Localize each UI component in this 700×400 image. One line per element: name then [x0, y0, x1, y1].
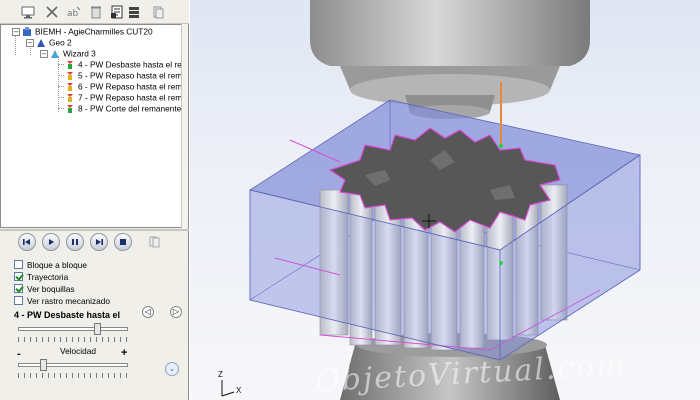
toolbar: ab [0, 0, 189, 24]
tree-node-label: 6 - PW Repaso hasta el remane [78, 81, 182, 92]
option-label: Ver boquillas [27, 283, 75, 294]
tree-node-label: 4 - PW Desbaste hasta el reme [78, 59, 182, 70]
axis-z-label: Z [218, 370, 223, 379]
next-operation-icon[interactable]: ▷ [170, 306, 182, 318]
operation-title: 4 - PW Desbaste hasta el [14, 310, 121, 320]
report-icon[interactable] [109, 4, 125, 20]
slider-thumb[interactable] [94, 323, 101, 335]
tree-node-label: 5 - PW Repaso hasta el remane [78, 70, 182, 81]
geometry-icon [37, 38, 45, 47]
tree-node-label: Geo 2 [49, 37, 72, 48]
tree-node-label: 8 - PW Corte del remanente [78, 103, 182, 114]
option-label: Bloque a bloque [27, 259, 87, 270]
axis-x-label: X [236, 386, 242, 395]
svg-text:ab: ab [67, 9, 79, 19]
option-bloque-a-bloque[interactable]: Bloque a bloque [14, 258, 87, 270]
pages-icon[interactable] [149, 235, 161, 249]
checkbox[interactable] [14, 272, 23, 282]
pages-icon[interactable] [150, 4, 166, 20]
option-trayectoria[interactable]: Trayectoria [14, 270, 68, 282]
operation-icon [67, 104, 73, 113]
3d-viewport[interactable]: Z X ObjetoVirtual.com [190, 0, 700, 400]
tree-node-operation[interactable]: 4 - PW Desbaste hasta el reme [65, 59, 182, 70]
monitor-icon[interactable] [20, 4, 36, 20]
slider-track [18, 363, 128, 367]
axis-triad [221, 380, 235, 397]
checkbox[interactable] [14, 260, 23, 270]
velocity-slider[interactable] [18, 359, 128, 371]
tree-node-operation[interactable]: 6 - PW Repaso hasta el remane [65, 81, 182, 92]
pause-icon[interactable] [66, 233, 84, 251]
tree-node-operation[interactable]: 7 - PW Repaso hasta el remane [65, 92, 182, 103]
velocity-increase[interactable]: + [121, 347, 127, 359]
delete-icon[interactable] [88, 4, 104, 20]
checkbox[interactable] [14, 296, 23, 306]
layers-icon[interactable] [126, 4, 142, 20]
option-label: Ver rastro mecanizado [27, 295, 111, 306]
collapse-icon[interactable]: − [26, 38, 34, 47]
tree-node-geo[interactable]: − Geo 2 [26, 37, 72, 48]
play-icon[interactable] [42, 233, 60, 251]
machine-icon [23, 26, 31, 36]
operation-icon [67, 82, 73, 91]
operation-icon [67, 60, 73, 69]
tree-node-operation[interactable]: 5 - PW Repaso hasta el remane [65, 70, 182, 81]
tree-scrollbar[interactable] [181, 24, 188, 228]
velocity-decrease[interactable]: - [17, 348, 21, 360]
stop-icon[interactable] [114, 233, 132, 251]
slider-track [18, 327, 128, 331]
option-label: Trayectoria [27, 271, 69, 282]
left-panel: ab − BIEMH - AgieCharmilles CUT20 − Geo 2 [0, 0, 189, 400]
tree-node-operation[interactable]: 8 - PW Corte del remanente [65, 103, 181, 114]
cross-tools-icon[interactable] [44, 4, 60, 20]
tree-node-label: 7 - PW Repaso hasta el remane [78, 92, 182, 103]
checkbox[interactable] [14, 284, 23, 294]
operation-tree: − BIEMH - AgieCharmilles CUT20 − Geo 2 − Wi… [0, 24, 182, 228]
tree-node-label: BIEMH - AgieCharmilles CUT20 [35, 26, 153, 37]
tree-node-machine[interactable]: − BIEMH - AgieCharmilles CUT20 [12, 26, 153, 37]
operation-icon [67, 93, 73, 102]
option-ver-boquillas[interactable]: Ver boquillas [14, 282, 75, 294]
collapse-icon[interactable]: − [12, 27, 20, 36]
option-ver-rastro[interactable]: Ver rastro mecanizado [14, 294, 110, 306]
simulation-scene [221, 0, 641, 400]
operation-nav: ◁ ▷ [142, 306, 182, 320]
velocity-label: Velocidad [60, 346, 96, 356]
panel-divider[interactable] [0, 229, 189, 231]
tree-node-label: Wizard 3 [63, 48, 96, 59]
slider-ticks [18, 373, 128, 378]
operation-icon [67, 71, 73, 80]
edit-text-icon[interactable]: ab [66, 4, 82, 20]
slider-thumb[interactable] [40, 359, 47, 371]
progress-slider[interactable] [18, 323, 128, 335]
tree-node-wizard[interactable]: − Wizard 3 [40, 48, 96, 59]
skip-start-icon[interactable] [18, 233, 36, 251]
slider-ticks [18, 337, 128, 342]
collapse-panel-icon[interactable]: ⌄ [165, 362, 179, 376]
collapse-icon[interactable]: − [40, 49, 48, 58]
wizard-icon [51, 49, 59, 58]
upper-nozzle [310, 0, 590, 119]
previous-operation-icon[interactable]: ◁ [142, 306, 154, 318]
skip-end-icon[interactable] [90, 233, 108, 251]
